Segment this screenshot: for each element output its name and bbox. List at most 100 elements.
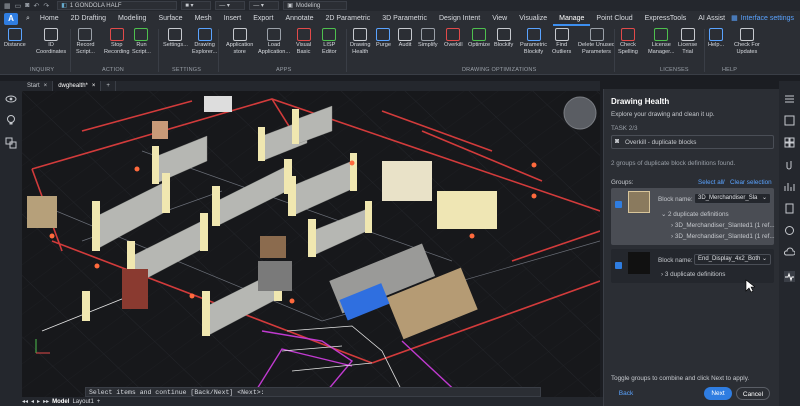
duplicate-item[interactable]: › 3D_Merchandiser_Slanted1 (1 ref... [671, 233, 775, 240]
tab-start[interactable]: Start × [22, 81, 54, 91]
lineweight-dropdown[interactable]: — ▾ [249, 1, 280, 10]
add-layout-button[interactable]: + [97, 399, 101, 405]
visual-basic-button[interactable]: Visual Basic [296, 28, 311, 55]
nav-prev-icon[interactable]: ◂ [31, 398, 34, 405]
group-1-checkbox[interactable] [615, 201, 622, 208]
nav-first-icon[interactable]: ◂◂ [22, 398, 28, 405]
nav-next-icon[interactable]: ▸ [37, 398, 40, 405]
block-name-select-2[interactable]: End_Display_4x2_Both ⌄ [694, 254, 771, 265]
overkill-button[interactable]: Overkill [444, 28, 463, 49]
stop-recording-button[interactable]: Stop Recording [104, 28, 130, 55]
distance-button[interactable]: Distance [4, 28, 26, 49]
cancel-button[interactable]: Cancel [736, 387, 770, 400]
run-script-button[interactable]: Run Script... [132, 28, 151, 55]
clipboard-icon[interactable] [784, 203, 795, 214]
block-name-select-1[interactable]: 3D_Merchandiser_Sla ⌄ [694, 193, 771, 204]
find-outliers-button[interactable]: Find Outliers [552, 28, 571, 55]
tab-mesh[interactable]: Mesh [189, 11, 218, 26]
group-2-checkbox[interactable] [615, 262, 622, 269]
tab-2d-drafting[interactable]: 2D Drafting [65, 11, 112, 26]
layer-dropdown[interactable]: ◧ 1 GONDOLA HALF [57, 1, 178, 10]
tab-point-cloud[interactable]: Point Cloud [590, 11, 638, 26]
tab-surface[interactable]: Surface [152, 11, 188, 26]
next-button[interactable]: Next [704, 387, 732, 400]
sliders-icon[interactable] [784, 93, 795, 104]
tab-manage[interactable]: Manage [553, 11, 591, 26]
tab-home[interactable]: Home [34, 11, 65, 26]
grid-icon[interactable] [784, 137, 795, 148]
drawing-health-icon[interactable] [784, 271, 795, 282]
visual-basic-icon [296, 28, 311, 41]
license-trial-button[interactable]: License Trial [678, 28, 697, 55]
command-line[interactable]: Select items and continue [Back/Next] <N… [85, 387, 541, 397]
layers-icon[interactable] [5, 137, 17, 149]
add-tab-button[interactable]: + [101, 81, 116, 91]
check-for-updates-button[interactable]: Check For Updates [734, 28, 760, 55]
workspace-dropdown[interactable]: ▣ Modeling [283, 1, 348, 10]
linetype-dropdown[interactable]: — ▾ [215, 1, 246, 10]
tab-view[interactable]: View [486, 11, 513, 26]
tab-expresstools[interactable]: ExpressTools [639, 11, 693, 26]
bulb-icon[interactable] [5, 114, 17, 126]
drawing-health-button[interactable]: Drawing Health [350, 28, 371, 55]
id-coordinates-button[interactable]: ID Coordinates [36, 28, 66, 55]
close-icon[interactable]: × [92, 83, 96, 89]
interface-settings-link[interactable]: ▦ Interface settings [731, 11, 794, 26]
back-button[interactable]: Back [611, 387, 641, 400]
duplicate-count-1[interactable]: ⌄ 2 duplicate definitions [661, 211, 729, 218]
duplicate-count-2[interactable]: › 3 duplicate definitions [661, 271, 725, 278]
lisp-editor-button[interactable]: LISP Editor [322, 28, 337, 55]
tab-design-intent[interactable]: Design Intent [433, 11, 486, 26]
license-manager-button[interactable]: License Manager... [648, 28, 674, 55]
select-all-link[interactable]: Select all [698, 179, 724, 186]
clear-selection-link[interactable]: Clear selection [730, 179, 772, 186]
drawing-canvas[interactable] [22, 91, 600, 397]
color-dropdown[interactable]: ■ ▾ [181, 1, 212, 10]
folder-icon[interactable]: ▭ [15, 2, 22, 10]
simplify-button[interactable]: Simplify [418, 28, 438, 49]
drawing-explorer-button[interactable]: Drawing Explorer... [192, 28, 217, 55]
tab-layout1[interactable]: Layout1 [72, 399, 93, 405]
close-icon[interactable]: × [44, 83, 48, 89]
tab-annotate[interactable]: Annotate [279, 11, 319, 26]
group-card-1[interactable]: Block name: 3D_Merchandiser_Sla ⌄ ⌄ 2 du… [611, 188, 775, 245]
help-button[interactable]: Help... [708, 28, 724, 49]
parametric-blockify-button[interactable]: Parametric Blockify [520, 28, 547, 55]
load-application-button[interactable]: Load Application... [258, 28, 290, 55]
duplicate-item[interactable]: › 3D_Merchandiser_Slanted1 (1 ref... [671, 222, 775, 229]
paperclip-icon[interactable] [784, 159, 795, 170]
viewcube[interactable] [563, 96, 597, 130]
tab-dwghealth[interactable]: dwghealth* × [53, 81, 102, 91]
tab-export[interactable]: Export [247, 11, 279, 26]
check-spelling-button[interactable]: Check Spelling [618, 28, 638, 55]
tab-ai-assist[interactable]: AI Assist [692, 11, 731, 26]
tab-insert[interactable]: Insert [218, 11, 248, 26]
nav-last-icon[interactable]: ▸▸ [43, 398, 49, 405]
application-store-button[interactable]: Application store [226, 28, 253, 55]
record-script-button[interactable]: Record Script... [76, 28, 95, 55]
tab-model[interactable]: Model [52, 399, 69, 405]
settings-button[interactable]: Settings... [163, 28, 188, 49]
tab-2d-parametric[interactable]: 2D Parametric [319, 11, 376, 26]
optimize-button[interactable]: Optimize [468, 28, 490, 49]
save-icon[interactable]: ◙ [25, 2, 29, 9]
grid-icon[interactable]: ▦ [4, 2, 11, 10]
app-logo-icon[interactable]: A [4, 12, 18, 25]
cloud-icon[interactable] [784, 247, 795, 258]
eye-icon[interactable] [5, 93, 17, 105]
purge-button[interactable]: Purge [376, 28, 391, 49]
drawing-viewport[interactable] [22, 91, 600, 397]
audit-button[interactable]: Audit [398, 28, 412, 49]
globe-icon[interactable] [784, 225, 795, 236]
properties-icon[interactable] [784, 115, 795, 126]
search-icon[interactable]: ⌕ [22, 11, 34, 26]
delete-unused-parameters-button[interactable]: Delete Unused Parameters [578, 28, 615, 55]
undo-icon[interactable]: ↶ [33, 2, 39, 10]
tab-3d-parametric[interactable]: 3D Parametric [376, 11, 433, 26]
blockify-button[interactable]: Blockify [494, 28, 513, 49]
chart-icon[interactable] [784, 181, 795, 192]
tab-visualize[interactable]: Visualize [513, 11, 553, 26]
group-card-2[interactable]: Block name: End_Display_4x2_Both ⌄ › 3 d… [611, 249, 774, 283]
redo-icon[interactable]: ↷ [43, 2, 49, 10]
tab-modeling[interactable]: Modeling [112, 11, 152, 26]
